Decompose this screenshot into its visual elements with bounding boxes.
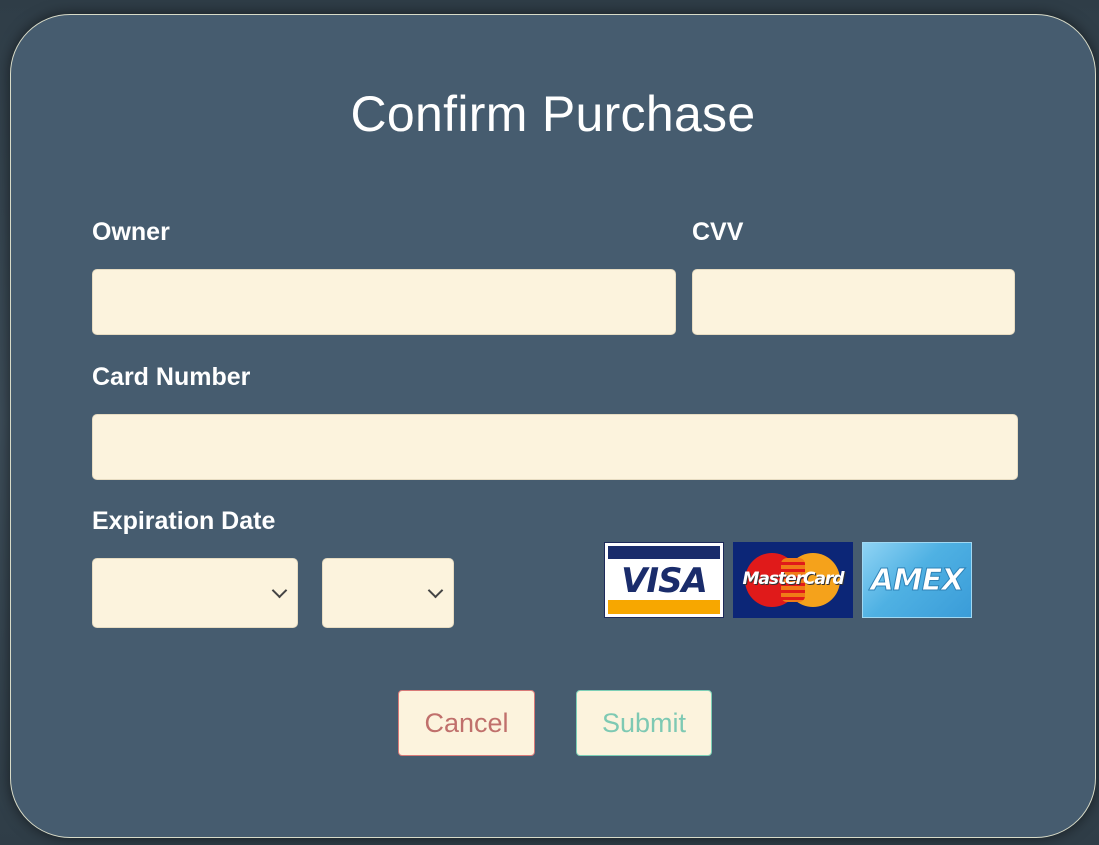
- owner-input[interactable]: [92, 269, 676, 335]
- visa-logo: VISA: [604, 542, 724, 618]
- amex-logo-text: AMEX: [870, 563, 965, 599]
- amex-logo: AMEX: [862, 542, 972, 618]
- visa-bottom-stripe: [608, 600, 720, 614]
- visa-top-stripe: [608, 546, 720, 559]
- expiration-date-label: Expiration Date: [92, 507, 276, 535]
- card-number-label: Card Number: [92, 363, 251, 391]
- mastercard-logo-text: MasterCard: [742, 569, 844, 589]
- chevron-down-icon: [271, 582, 288, 599]
- expiration-year-select[interactable]: [322, 558, 454, 628]
- mastercard-logo: MasterCard: [733, 542, 853, 618]
- cancel-button[interactable]: Cancel: [398, 690, 535, 756]
- visa-logo-text: VISA: [621, 561, 708, 601]
- owner-label: Owner: [92, 218, 170, 246]
- cvv-input[interactable]: [692, 269, 1015, 335]
- form-title: Confirm Purchase: [350, 86, 756, 142]
- card-number-input[interactable]: [92, 414, 1018, 480]
- submit-button[interactable]: Submit: [576, 690, 712, 756]
- purchase-form-panel: Confirm Purchase Owner CVV Card Number E…: [10, 14, 1096, 838]
- chevron-down-icon: [427, 582, 444, 599]
- cvv-label: CVV: [692, 218, 744, 246]
- expiration-month-select[interactable]: [92, 558, 298, 628]
